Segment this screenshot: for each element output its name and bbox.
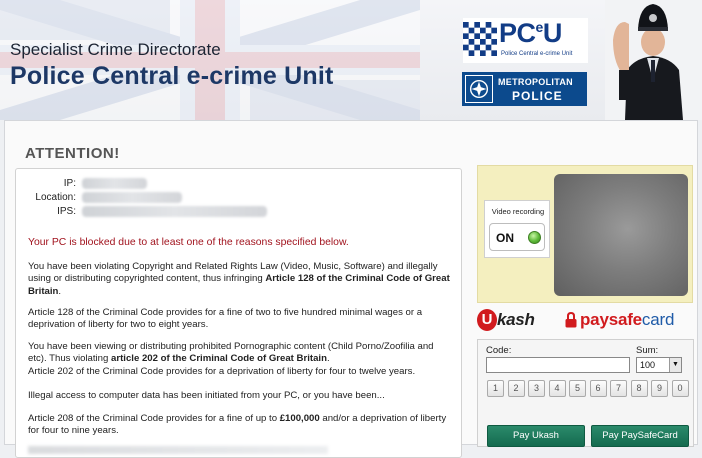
sum-selected-value: 100 (640, 360, 656, 370)
video-status-text: ON (496, 231, 514, 245)
keypad-key-6[interactable]: 6 (589, 380, 607, 397)
sum-select[interactable]: 100 ▼ (636, 357, 682, 373)
recording-led-icon (528, 231, 541, 244)
sum-label: Sum: (636, 345, 659, 356)
info-location-label: Location: (35, 192, 76, 203)
pceu-logo: PCeU Police Central e-crime Unit (463, 18, 588, 63)
info-ips-value-redacted (82, 206, 267, 217)
met-logo-line2: POLICE (512, 89, 563, 103)
metropolitan-police-logo: METROPOLITAN POLICE (462, 72, 587, 106)
paragraph-copyright: You have been violating Copyright and Re… (28, 261, 450, 297)
notice-panel: IP: Location: IPS: Your PC is blocked du… (15, 168, 462, 458)
info-ip-value-redacted (82, 178, 147, 189)
ukash-logo-text: kash (497, 310, 535, 329)
pay-ukash-button[interactable]: Pay Ukash (487, 425, 585, 447)
paragraph-article-208: Article 208 of the Criminal Code provide… (28, 413, 447, 437)
police-officer-image (605, 0, 702, 120)
blocked-alert-text: Your PC is blocked due to at least one o… (28, 237, 349, 248)
video-recording-label: Video recording (491, 207, 545, 216)
padlock-icon (565, 312, 577, 328)
main-content: ATTENTION! IP: Location: IPS: Your PC is… (4, 120, 698, 458)
keypad-key-4[interactable]: 4 (548, 380, 566, 397)
attention-heading: ATTENTION! (25, 145, 120, 162)
checkerboard-icon (463, 22, 497, 56)
keypad-key-8[interactable]: 8 (630, 380, 648, 397)
payment-form: Code: Sum: 100 ▼ 1 2 3 4 5 6 7 8 9 0 Pay… (477, 339, 694, 447)
page-header: Specialist Crime Directorate Police Cent… (0, 0, 702, 120)
pceu-logo-text: PCeU (499, 18, 562, 48)
met-logo-line1: METROPOLITAN (498, 77, 573, 87)
keypad-key-2[interactable]: 2 (507, 380, 525, 397)
info-location-value-redacted (82, 192, 182, 203)
code-label: Code: (486, 345, 512, 356)
paysafecard-logo-text: paysafecard (580, 310, 675, 329)
video-recording-toggle[interactable]: ON (489, 223, 545, 251)
video-recording-widget: Video recording ON (484, 200, 550, 258)
dropdown-arrow-icon[interactable]: ▼ (669, 358, 681, 372)
ukash-logo-u: U (477, 309, 497, 331)
paragraph-article-128: Article 128 of the Criminal Code provide… (28, 307, 423, 331)
keypad-key-9[interactable]: 9 (651, 380, 668, 397)
info-ips-label: IPS: (57, 206, 76, 217)
paragraph-cutoff (28, 446, 328, 454)
header-subtitle: Specialist Crime Directorate (10, 40, 221, 59)
webcam-feed (554, 174, 688, 296)
paragraph-illegal-access: Illegal access to computer data has been… (28, 390, 385, 401)
page-title: Police Central e-crime Unit (10, 62, 334, 90)
video-recording-panel: Video recording ON (477, 165, 693, 303)
pay-paysafecard-button[interactable]: Pay PaySafeCard (591, 425, 689, 447)
paysafecard-logo: paysafecard (565, 305, 695, 335)
keypad-key-7[interactable]: 7 (610, 380, 627, 397)
ukash-logo: U kash (477, 305, 547, 335)
crest-icon (465, 75, 493, 103)
keypad-key-3[interactable]: 3 (528, 380, 545, 397)
keypad-key-0[interactable]: 0 (671, 380, 689, 397)
info-ip-label: IP: (63, 178, 76, 189)
union-jack-flag-background (0, 0, 420, 120)
numeric-keypad: 1 2 3 4 5 6 7 8 9 0 (487, 380, 691, 398)
keypad-key-1[interactable]: 1 (487, 380, 504, 397)
keypad-key-5[interactable]: 5 (569, 380, 586, 397)
pceu-logo-subtext: Police Central e-crime Unit (501, 51, 573, 57)
paragraph-pornographic-content: You have been viewing or distributing pr… (28, 341, 434, 377)
code-input[interactable] (486, 357, 630, 373)
